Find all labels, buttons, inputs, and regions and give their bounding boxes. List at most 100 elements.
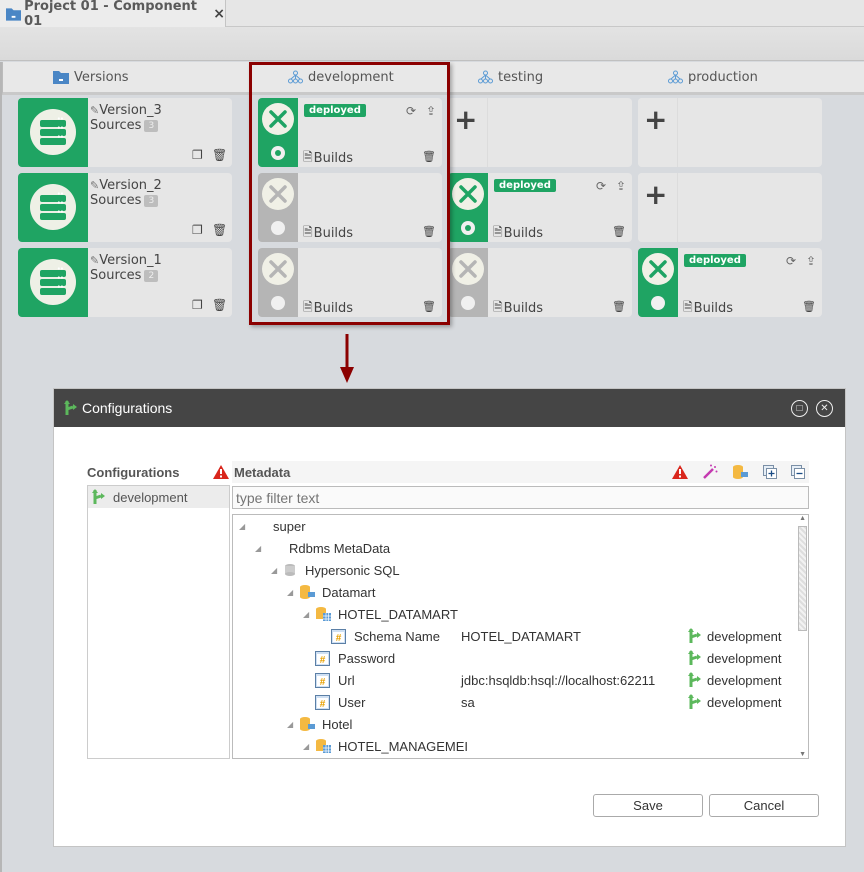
deployment-card-testing-v1[interactable]: 🗎 Builds 🗑 [448, 248, 632, 317]
tree-node[interactable]: ◢ HOTEL_MANAGEMEI [303, 735, 468, 757]
builds-link[interactable]: 🗎 Builds [493, 298, 543, 317]
trash-icon[interactable]: 🗑 [212, 148, 227, 162]
sources-count-badge: 3 [144, 194, 159, 207]
add-deployment-card-testing-v3[interactable]: + [448, 98, 632, 167]
expand-triangle-icon[interactable]: ◢ [287, 588, 299, 597]
version-card[interactable]: ✎Version_2 Sources3 ❐ 🗑 [18, 173, 232, 242]
tree-node[interactable]: ◢ Datamart [287, 581, 375, 603]
close-button[interactable]: ✕ [816, 399, 833, 417]
version-name: Version_2 [99, 178, 162, 193]
expand-triangle-icon[interactable]: ◢ [255, 544, 267, 553]
scroll-up-icon[interactable]: ▲ [799, 515, 806, 522]
inactive-radio[interactable] [461, 296, 475, 310]
code-file-icon: 🗎 [683, 300, 693, 314]
code-file-icon: 🗎 [493, 300, 503, 314]
add-deployment-card-production-v2[interactable]: + [638, 173, 822, 242]
refresh-icon[interactable]: ⟳ [596, 179, 606, 193]
expand-triangle-icon[interactable]: ◢ [303, 742, 315, 751]
server-icon [30, 259, 76, 305]
version-name: Version_3 [99, 103, 162, 118]
tree-node[interactable]: ◢ HOTEL_DATAMART [303, 603, 458, 625]
save-button[interactable]: Save [593, 794, 703, 817]
expand-triangle-icon[interactable]: ◢ [303, 610, 315, 619]
tree-property-row[interactable]: # Url jdbc:hsqldb:hsql://localhost:62211… [315, 669, 806, 691]
tree-property-row[interactable]: # Password development [315, 647, 806, 669]
tab-title: Project 01 - Component 01 [24, 0, 198, 29]
tree-node[interactable]: ◢ Hotel [287, 713, 352, 735]
scroll-down-icon[interactable]: ▼ [799, 751, 806, 758]
tree-scrollbar[interactable]: ▲ ▼ [796, 515, 808, 758]
collapse-all-icon[interactable] [791, 465, 805, 479]
edit-icon[interactable]: ✎ [90, 179, 99, 192]
active-radio[interactable] [461, 221, 475, 235]
left-divider [0, 62, 2, 872]
branch-icon [688, 628, 701, 643]
svg-text:#: # [336, 633, 342, 644]
version-name: Version_1 [99, 253, 162, 268]
database-connection-icon [300, 717, 315, 731]
arrow-down-icon [340, 334, 354, 383]
configuration-item-development[interactable]: development [88, 486, 229, 508]
deployment-card-production-v1[interactable]: deployed ⟳ ⇪ 🗎 Builds 🗑 [638, 248, 822, 317]
property-hash-icon: # [315, 672, 330, 688]
edit-icon[interactable]: ✎ [90, 104, 99, 117]
edit-icon[interactable]: ✎ [90, 254, 99, 267]
server-icon [30, 184, 76, 230]
tree-property-row[interactable]: # Schema Name HOTEL_DATAMART development [331, 625, 806, 647]
tree-node[interactable]: ◢ Rdbms MetaData [255, 537, 390, 559]
builds-link[interactable]: 🗎 Builds [683, 298, 733, 317]
builds-link[interactable]: 🗎 Builds [493, 223, 543, 242]
metadata-tree: ◢ super ◢ Rdbms MetaData ◢ Hypersonic SQL … [232, 514, 809, 759]
add-deployment-card-production-v3[interactable]: + [638, 98, 822, 167]
add-icon[interactable]: + [644, 106, 667, 134]
tab-project-component[interactable]: Project 01 - Component 01 × [0, 0, 226, 29]
version-card[interactable]: ✎Version_1 Sources2 ❐ 🗑 [18, 248, 232, 317]
tab-bar: Project 01 - Component 01 × [0, 0, 864, 29]
sources-count-badge: 3 [144, 119, 159, 132]
property-hash-icon: # [331, 628, 346, 644]
tree-node[interactable]: ◢ super [239, 515, 306, 537]
trash-icon[interactable]: 🗑 [612, 300, 626, 313]
filter-input[interactable] [232, 486, 809, 509]
deployed-badge: deployed [684, 254, 746, 267]
add-icon[interactable]: + [644, 181, 667, 209]
branch-icon [688, 650, 701, 665]
copy-icon[interactable]: ❐ [192, 223, 203, 237]
copy-icon[interactable]: ❐ [192, 148, 203, 162]
trash-icon[interactable]: 🗑 [212, 223, 227, 237]
warning-icon[interactable] [672, 465, 688, 479]
add-icon[interactable]: + [454, 106, 477, 134]
trash-icon[interactable]: 🗑 [802, 300, 816, 313]
sources-count-badge: 2 [144, 269, 159, 282]
column-header-testing: testing [478, 62, 543, 92]
highlight-box [249, 62, 450, 325]
trash-icon[interactable]: 🗑 [212, 298, 227, 312]
deployment-card-testing-v2[interactable]: deployed ⟳ ⇪ 🗎 Builds 🗑 [448, 173, 632, 242]
folder-icon [6, 7, 22, 21]
configurations-list: development [87, 485, 230, 759]
tools-icon [452, 253, 484, 285]
database-connection-icon[interactable] [732, 464, 749, 480]
inactive-radio[interactable] [651, 296, 665, 310]
trash-icon[interactable]: 🗑 [612, 225, 626, 238]
copy-icon[interactable]: ❐ [192, 298, 203, 312]
version-card[interactable]: ✎Version_3 Sources3 ❐ 🗑 [18, 98, 232, 167]
cancel-button[interactable]: Cancel [709, 794, 819, 817]
column-header-versions: Versions [53, 62, 129, 92]
upload-icon[interactable]: ⇪ [806, 254, 816, 268]
expand-triangle-icon[interactable]: ◢ [287, 720, 299, 729]
magic-wand-icon[interactable] [702, 464, 718, 480]
configurations-header: Configurations [87, 461, 229, 483]
upload-icon[interactable]: ⇪ [616, 179, 626, 193]
toolbar [0, 27, 864, 61]
scrollbar-thumb[interactable] [798, 526, 807, 631]
tree-node[interactable]: ◢ Hypersonic SQL [271, 559, 400, 581]
expand-triangle-icon[interactable]: ◢ [239, 522, 251, 531]
expand-triangle-icon[interactable]: ◢ [271, 566, 283, 575]
database-table-icon [316, 739, 331, 753]
maximize-button[interactable]: □ [791, 399, 808, 417]
tab-close-button[interactable]: × [213, 6, 225, 22]
tree-property-row[interactable]: # User sa development [315, 691, 806, 713]
refresh-icon[interactable]: ⟳ [786, 254, 796, 268]
expand-all-icon[interactable] [763, 465, 777, 479]
